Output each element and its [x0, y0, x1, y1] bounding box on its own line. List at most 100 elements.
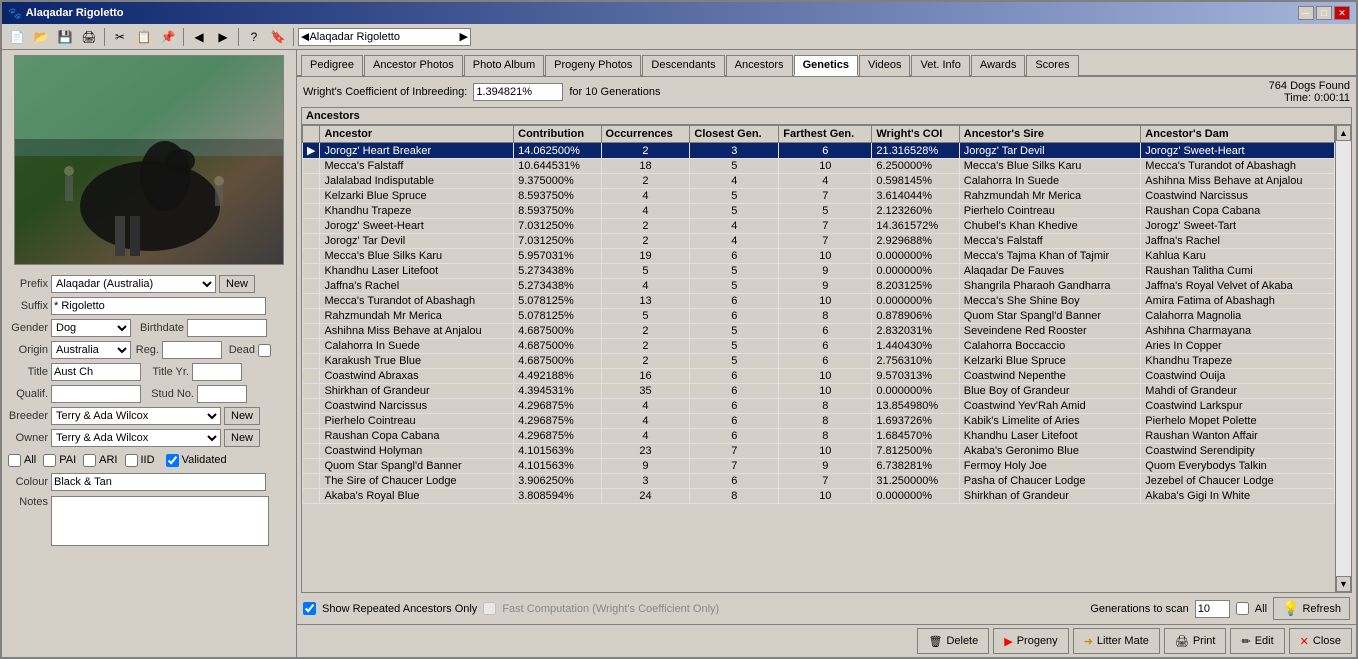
- new-prefix-button[interactable]: New: [219, 275, 255, 293]
- col-farthest[interactable]: Farthest Gen.: [779, 126, 872, 143]
- progeny-button[interactable]: ▶ Progeny: [993, 628, 1068, 654]
- scroll-down-button[interactable]: ▼: [1336, 576, 1351, 592]
- new-button[interactable]: 📄: [6, 27, 28, 47]
- table-row[interactable]: Karakush True Blue 4.687500% 2 5 6 2.756…: [303, 354, 1335, 369]
- litter-mate-button[interactable]: ➜ Litter Mate: [1073, 628, 1160, 654]
- paste-button[interactable]: 📌: [157, 27, 179, 47]
- col-dam[interactable]: Ancestor's Dam: [1141, 126, 1335, 143]
- table-scroll-area[interactable]: Ancestor Contribution Occurrences Closes…: [302, 125, 1335, 592]
- table-row[interactable]: Mecca's Turandot of Abashagh 5.078125% 1…: [303, 294, 1335, 309]
- tab-progeny-photos[interactable]: Progeny Photos: [545, 55, 641, 76]
- table-row[interactable]: Jaffna's Rachel 5.273438% 4 5 9 8.203125…: [303, 279, 1335, 294]
- tab-photo-album[interactable]: Photo Album: [464, 55, 544, 76]
- refresh-button[interactable]: 💡 Refresh: [1273, 597, 1350, 620]
- table-row[interactable]: Pierhelo Cointreau 4.296875% 4 6 8 1.693…: [303, 414, 1335, 429]
- coeff-input[interactable]: [473, 83, 563, 101]
- col-ancestor[interactable]: Ancestor: [320, 126, 514, 143]
- cut-button[interactable]: ✂: [109, 27, 131, 47]
- dead-checkbox[interactable]: [258, 344, 271, 357]
- table-row[interactable]: Shirkhan of Grandeur 4.394531% 35 6 10 0…: [303, 384, 1335, 399]
- pai-checkbox[interactable]: [43, 454, 56, 467]
- table-row[interactable]: Jorogz' Sweet-Heart 7.031250% 2 4 7 14.3…: [303, 219, 1335, 234]
- suffix-input[interactable]: [51, 297, 266, 315]
- nav-arrow-right[interactable]: ▶: [459, 30, 467, 43]
- table-row[interactable]: Khandhu Trapeze 8.593750% 4 5 5 2.123260…: [303, 204, 1335, 219]
- table-row[interactable]: Coastwind Abraxas 4.492188% 16 6 10 9.57…: [303, 369, 1335, 384]
- iid-checkbox[interactable]: [125, 454, 138, 467]
- tab-descendants[interactable]: Descendants: [642, 55, 724, 76]
- col-contribution[interactable]: Contribution: [514, 126, 601, 143]
- new-breeder-button[interactable]: New: [224, 407, 260, 425]
- table-row[interactable]: Mecca's Falstaff 10.644531% 18 5 10 6.25…: [303, 159, 1335, 174]
- tab-genetics[interactable]: Genetics: [794, 55, 858, 76]
- nav-forward-button[interactable]: ▶: [212, 27, 234, 47]
- col-coi[interactable]: Wright's COI: [872, 126, 959, 143]
- tab-vet-info[interactable]: Vet. Info: [911, 55, 969, 76]
- table-row[interactable]: Ashihna Miss Behave at Anjalou 4.687500%…: [303, 324, 1335, 339]
- close-button[interactable]: ✕: [1334, 6, 1350, 20]
- table-row[interactable]: Kelzarki Blue Spruce 8.593750% 4 5 7 3.6…: [303, 189, 1335, 204]
- edit-button[interactable]: ✏ Edit: [1230, 628, 1284, 654]
- breeder-select[interactable]: Terry & Ada Wilcox: [51, 407, 221, 425]
- birthdate-input[interactable]: [187, 319, 267, 337]
- gen-scan-input[interactable]: [1195, 600, 1230, 618]
- owner-select[interactable]: Terry & Ada Wilcox: [51, 429, 221, 447]
- save-button[interactable]: 💾: [54, 27, 76, 47]
- title-yr-input[interactable]: [192, 363, 242, 381]
- copy-button[interactable]: 📋: [133, 27, 155, 47]
- qualif-input[interactable]: [51, 385, 141, 403]
- minimize-button[interactable]: ─: [1298, 6, 1314, 20]
- tab-pedigree[interactable]: Pedigree: [301, 55, 363, 76]
- maximize-button[interactable]: □: [1316, 6, 1332, 20]
- nav-arrow-left[interactable]: ◀: [301, 30, 309, 43]
- table-row[interactable]: Jalalabad Indisputable 9.375000% 2 4 4 0…: [303, 174, 1335, 189]
- table-row[interactable]: Coastwind Holyman 4.101563% 23 7 10 7.81…: [303, 444, 1335, 459]
- table-row[interactable]: Khandhu Laser Litefoot 5.273438% 5 5 9 0…: [303, 264, 1335, 279]
- all-gen-checkbox[interactable]: [1236, 602, 1249, 615]
- table-row[interactable]: Quom Star Spangl'd Banner 4.101563% 9 7 …: [303, 459, 1335, 474]
- table-row[interactable]: Akaba's Royal Blue 3.808594% 24 8 10 0.0…: [303, 489, 1335, 504]
- table-row[interactable]: Rahzmundah Mr Merica 5.078125% 5 6 8 0.8…: [303, 309, 1335, 324]
- tab-ancestor-photos[interactable]: Ancestor Photos: [364, 55, 463, 76]
- notes-textarea[interactable]: [51, 496, 269, 546]
- tab-ancestors[interactable]: Ancestors: [726, 55, 793, 76]
- scroll-track[interactable]: [1336, 141, 1351, 576]
- table-row[interactable]: Coastwind Narcissus 4.296875% 4 6 8 13.8…: [303, 399, 1335, 414]
- table-row[interactable]: ▶ Jorogz' Heart Breaker 14.062500% 2 3 6…: [303, 143, 1335, 159]
- scrollbar[interactable]: ▲ ▼: [1335, 125, 1351, 592]
- origin-select[interactable]: Australia: [51, 341, 131, 359]
- nav-back-button[interactable]: ◀: [188, 27, 210, 47]
- title-input[interactable]: [51, 363, 141, 381]
- col-sire[interactable]: Ancestor's Sire: [959, 126, 1141, 143]
- table-row[interactable]: The Sire of Chaucer Lodge 3.906250% 3 6 …: [303, 474, 1335, 489]
- all-checkbox[interactable]: [8, 454, 21, 467]
- table-row[interactable]: Mecca's Blue Silks Karu 5.957031% 19 6 1…: [303, 249, 1335, 264]
- tab-awards[interactable]: Awards: [971, 55, 1025, 76]
- print-button[interactable]: 🖨: [78, 27, 100, 47]
- open-button[interactable]: 📂: [30, 27, 52, 47]
- scroll-up-button[interactable]: ▲: [1336, 125, 1351, 141]
- prefix-select[interactable]: Alaqadar (Australia): [51, 275, 216, 293]
- colour-input[interactable]: [51, 473, 266, 491]
- print-button[interactable]: 🖨 Print: [1164, 628, 1227, 654]
- table-row[interactable]: Calahorra In Suede 4.687500% 2 5 6 1.440…: [303, 339, 1335, 354]
- reg-input[interactable]: [162, 341, 222, 359]
- table-row[interactable]: Raushan Copa Cabana 4.296875% 4 6 8 1.68…: [303, 429, 1335, 444]
- show-repeated-checkbox[interactable]: [303, 602, 316, 615]
- close-button[interactable]: ✕ Close: [1289, 628, 1352, 654]
- bookmark-button[interactable]: 🔖: [267, 27, 289, 47]
- ancestors-table-container[interactable]: Ancestor Contribution Occurrences Closes…: [302, 125, 1351, 592]
- tab-scores[interactable]: Scores: [1026, 55, 1078, 76]
- col-occurrences[interactable]: Occurrences: [601, 126, 690, 143]
- gender-select[interactable]: Dog: [51, 319, 131, 337]
- help-button[interactable]: ?: [243, 27, 265, 47]
- ari-checkbox[interactable]: [83, 454, 96, 467]
- tab-videos[interactable]: Videos: [859, 55, 910, 76]
- delete-button[interactable]: 🗑 Delete: [917, 628, 989, 654]
- fast-computation-checkbox[interactable]: [483, 602, 496, 615]
- col-closest[interactable]: Closest Gen.: [690, 126, 779, 143]
- stud-no-input[interactable]: [197, 385, 247, 403]
- search-input[interactable]: [309, 31, 459, 43]
- validated-checkbox[interactable]: [166, 454, 179, 467]
- new-owner-button[interactable]: New: [224, 429, 260, 447]
